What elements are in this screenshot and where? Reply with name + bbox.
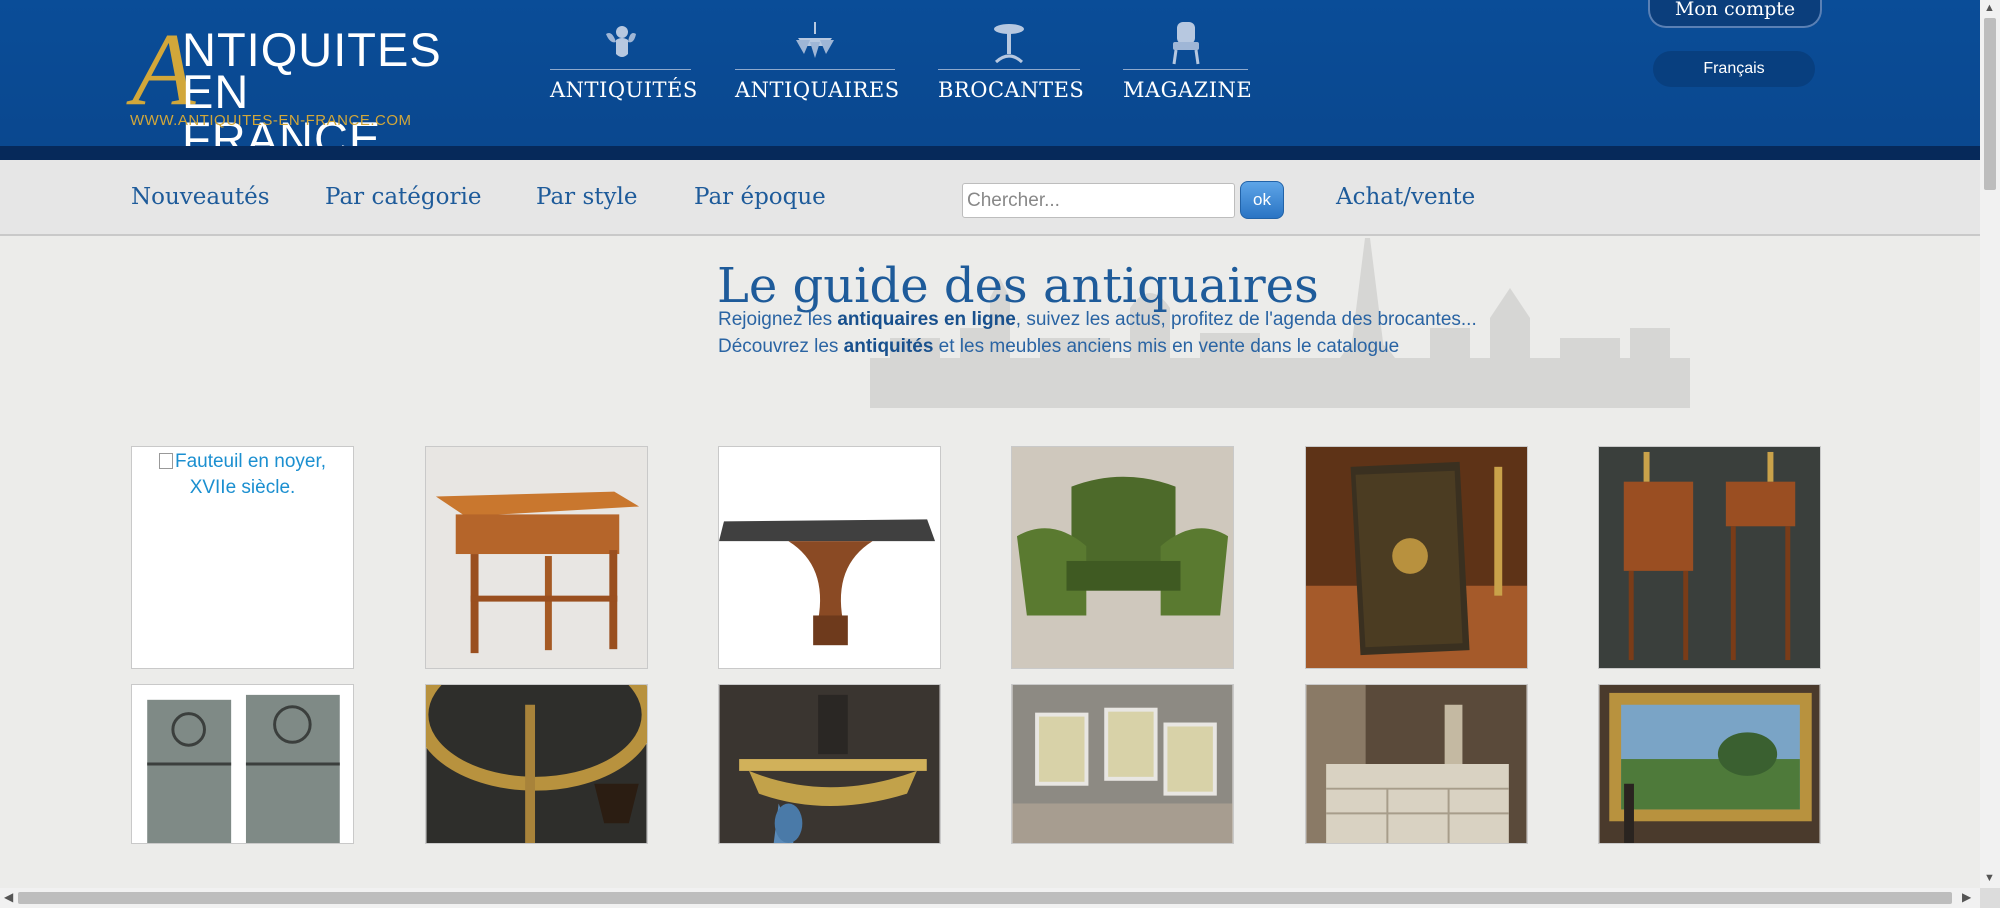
search-input[interactable] [962, 183, 1235, 218]
green-armchairs-icon [1012, 447, 1233, 668]
nav-rule [938, 69, 1080, 70]
main-nav-antiquaires[interactable]: ANTIQUAIRES [735, 20, 900, 120]
hero-line-1: Rejoignez les antiquaires en ligne, suiv… [718, 309, 1477, 331]
gilt-mirror-icon [426, 685, 647, 843]
scroll-right-icon[interactable]: ▶ [1962, 890, 1971, 904]
hero-text: , suivez les actus, profitez de l'agenda… [1015, 309, 1477, 330]
book-wastebasket-icon [1306, 447, 1527, 668]
chest-of-drawers-icon [1306, 685, 1527, 843]
main-nav-antiquites[interactable]: ANTIQUITÉS [550, 20, 698, 120]
main-nav-label: MAGAZINE [1123, 78, 1253, 102]
main-nav-label: ANTIQUAIRES [735, 78, 900, 102]
scroll-left-icon[interactable]: ◀ [4, 890, 13, 904]
armchair-icon [1172, 22, 1199, 65]
subnav-par-epoque[interactable]: Par époque [694, 184, 826, 210]
broken-image-icon [158, 453, 173, 469]
product-tile[interactable] [1305, 446, 1528, 669]
wooden-table-icon [426, 447, 647, 668]
hero-line-2: Découvrez les antiquités et les meubles … [718, 336, 1399, 358]
search-button[interactable]: ok [1240, 181, 1284, 219]
cherub-icon [605, 26, 636, 57]
scroll-down-icon[interactable]: ▼ [1984, 872, 1995, 884]
scroll-up-icon[interactable]: ▲ [1984, 2, 1995, 14]
nav-rule [1123, 69, 1248, 70]
product-tile[interactable] [425, 684, 648, 844]
scroll-thumb[interactable] [1984, 18, 1996, 190]
product-tile[interactable] [131, 684, 354, 844]
image-alt-text: Fauteuil en noyer, XVIIe siècle. [174, 451, 327, 498]
page-title: Le guide des antiquaires [717, 258, 1319, 314]
subnav-par-categorie[interactable]: Par catégorie [325, 184, 481, 210]
product-tile[interactable]: Fauteuil en noyer, XVIIe siècle. [131, 446, 354, 669]
main-nav-label: BROCANTES [938, 78, 1085, 102]
product-tile[interactable] [1598, 684, 1821, 844]
main-nav-brocantes[interactable]: BROCANTES [938, 20, 1085, 120]
product-tile[interactable] [425, 446, 648, 669]
logo-url: WWW.ANTIQUITES-EN-FRANCE.COM [130, 112, 412, 129]
hero-text: Rejoignez les [718, 309, 838, 330]
product-tile[interactable] [1011, 684, 1234, 844]
hero-text: et les meubles anciens mis en vente dans… [933, 336, 1400, 357]
subnav-par-style[interactable]: Par style [536, 184, 637, 210]
scroll-thumb[interactable] [18, 892, 1952, 904]
product-tile[interactable] [1305, 684, 1528, 844]
product-tile[interactable] [1598, 446, 1821, 669]
nav-rule [550, 69, 691, 70]
bedside-tables-icon [1599, 447, 1820, 668]
subnav-nouveautes[interactable]: Nouveautés [131, 184, 270, 210]
site-logo[interactable]: A NTIQUITES EN FRANCE WWW.ANTIQUITES-EN-… [130, 18, 450, 163]
subnav-achat-vente[interactable]: Achat/vente [1336, 184, 1475, 210]
hero-text: Découvrez les [718, 336, 844, 357]
hero-link-antiquites[interactable]: antiquités [844, 336, 934, 357]
landscape-painting-icon [1599, 685, 1820, 843]
product-tile[interactable] [718, 446, 941, 669]
chandelier-icon [796, 22, 834, 58]
main-nav-magazine[interactable]: MAGAZINE [1123, 20, 1253, 120]
product-tile[interactable] [1011, 446, 1234, 669]
main-nav-label: ANTIQUITÉS [550, 78, 698, 102]
nav-rule [735, 69, 895, 70]
pedestal-table-icon [994, 24, 1024, 64]
hero-link-antiquaires[interactable]: antiquaires en ligne [837, 309, 1015, 330]
broken-image: Fauteuil en noyer, XVIIe siècle. [132, 447, 353, 503]
glass-table-icon [719, 447, 940, 668]
site-header: A NTIQUITES EN FRANCE WWW.ANTIQUITES-EN-… [0, 0, 1980, 163]
my-account-button[interactable]: Mon compte [1648, 0, 1822, 28]
console-table-icon [719, 685, 940, 843]
iron-gates-icon [132, 685, 353, 843]
vertical-scrollbar[interactable]: ▲ ▼ [1980, 0, 2000, 908]
product-tile[interactable] [718, 684, 941, 844]
header-bottom-bar [0, 146, 1980, 160]
scrollbar-corner [1980, 888, 2000, 908]
language-selector[interactable]: Français [1653, 51, 1815, 87]
white-armchairs-icon [1012, 685, 1233, 843]
horizontal-scrollbar[interactable]: ◀ ▶ [0, 888, 1980, 908]
